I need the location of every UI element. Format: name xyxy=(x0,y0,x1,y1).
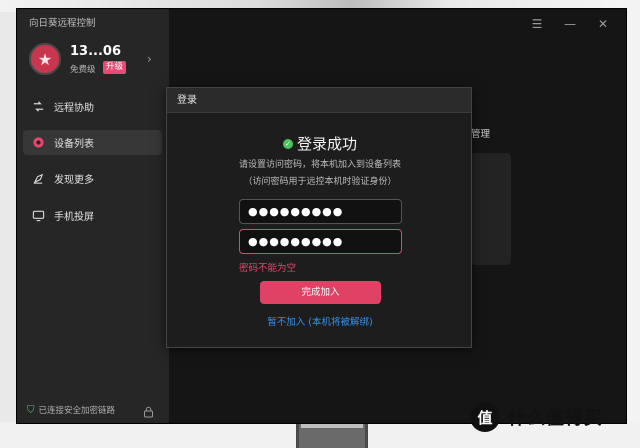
discover-icon xyxy=(31,172,45,186)
screen-cast-icon xyxy=(31,209,45,223)
user-id[interactable]: 13...06 xyxy=(70,44,121,59)
success-heading: ✓ 登录成功 xyxy=(167,133,473,154)
sidebar-item-remote-assist[interactable]: 远程协助 xyxy=(23,94,162,119)
minimize-icon[interactable]: — xyxy=(563,17,577,31)
sidebar: 向日葵远程控制 ★ 13...06 免费级 升级 › 远程协助 设备列表 发现更… xyxy=(17,9,169,423)
secure-connection-status: ⛉ 已连接安全加密链路 xyxy=(27,404,116,417)
dialog-title: 登录 xyxy=(167,88,471,113)
watermark-logo: 值 xyxy=(470,402,500,432)
error-message: 密码不能为空 xyxy=(239,263,297,274)
success-label: 登录成功 xyxy=(296,135,357,153)
login-dialog: 登录 ✓ 登录成功 请设置访问密码，将本机加入到设备列表 （访问密码用于远控本机时… xyxy=(166,87,472,348)
sidebar-item-screen-cast[interactable]: 手机投屏 xyxy=(23,203,162,228)
app-title: 向日葵远程控制 xyxy=(29,18,96,29)
sidebar-item-label: 发现更多 xyxy=(54,175,94,186)
background-card xyxy=(471,153,511,265)
shield-icon: ⛉ xyxy=(27,404,35,416)
star-icon: ★ xyxy=(37,49,53,69)
monitor-stand xyxy=(296,422,368,448)
confirm-password-field[interactable] xyxy=(239,229,402,254)
account-tier: 免费级 xyxy=(70,65,96,75)
avatar[interactable]: ★ xyxy=(29,43,61,75)
dialog-description-note: （访问密码用于远控本机时验证身份） xyxy=(243,177,397,187)
upgrade-button[interactable]: 升级 xyxy=(103,61,127,74)
sidebar-item-label: 手机投屏 xyxy=(54,212,94,223)
sidebar-item-label: 设备列表 xyxy=(54,139,94,150)
sidebar-item-device-list[interactable]: 设备列表 xyxy=(23,130,162,155)
complete-join-button[interactable]: 完成加入 xyxy=(260,281,381,304)
skip-join-link[interactable]: 暂不加入 (本机将被解绑) xyxy=(167,314,473,328)
menu-icon[interactable]: ☰ xyxy=(530,17,544,31)
secure-connection-label: 已连接安全加密链路 xyxy=(38,406,116,416)
watermark: 值 什么值得买 xyxy=(470,402,603,432)
sidebar-item-label: 远程协助 xyxy=(54,103,94,114)
dialog-description: 请设置访问密码，将本机加入到设备列表 xyxy=(238,160,401,170)
close-icon[interactable]: ✕ xyxy=(596,17,610,31)
background-section-label: 管理 xyxy=(471,129,491,140)
sidebar-item-discover[interactable]: 发现更多 xyxy=(23,166,162,191)
password-field[interactable] xyxy=(239,199,402,224)
lock-icon[interactable] xyxy=(143,403,154,422)
device-list-icon xyxy=(31,136,45,150)
chevron-right-icon[interactable]: › xyxy=(147,52,152,66)
remote-assist-icon xyxy=(31,100,45,114)
watermark-text: 什么值得买 xyxy=(508,408,603,429)
check-circle-icon: ✓ xyxy=(282,139,293,149)
desktop-background-right xyxy=(626,0,640,448)
